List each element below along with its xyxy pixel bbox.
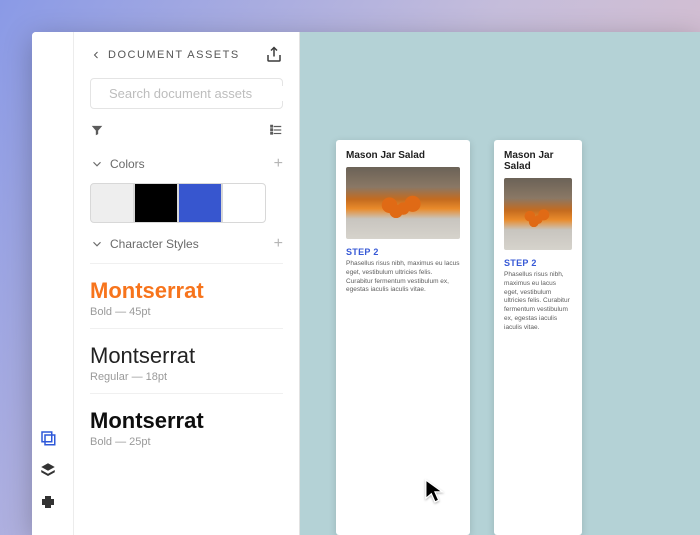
color-swatch-row (90, 183, 283, 223)
card-step-label: STEP 2 (504, 258, 572, 268)
panel-title-group[interactable]: DOCUMENT ASSETS (90, 49, 240, 61)
character-style-item[interactable]: Montserrat Regular — 18pt (90, 328, 283, 393)
filter-icon[interactable] (90, 123, 104, 137)
add-charstyle-button[interactable]: + (274, 235, 283, 253)
artboard-card[interactable]: Mason Jar Salad STEP 2 Phasellus risus n… (336, 140, 470, 535)
color-swatch[interactable] (222, 183, 266, 223)
add-color-button[interactable]: + (274, 155, 283, 173)
card-body-text: Phasellus risus nibh, maximus eu lacus e… (346, 260, 460, 295)
charstyle-preview: Montserrat (90, 408, 283, 434)
plugins-icon[interactable] (38, 492, 58, 512)
desktop-background: DOCUMENT ASSETS Colors + (0, 0, 700, 535)
charstyle-preview: Montserrat (90, 343, 283, 369)
charstyle-meta: Bold — 25pt (90, 436, 283, 448)
card-image (504, 178, 572, 250)
charstyle-meta: Regular — 18pt (90, 371, 283, 383)
list-view-icon[interactable] (269, 123, 283, 137)
card-title: Mason Jar Salad (504, 150, 572, 172)
design-canvas[interactable]: Mason Jar Salad STEP 2 Phasellus risus n… (300, 32, 700, 535)
app-window: DOCUMENT ASSETS Colors + (32, 32, 700, 535)
chevron-down-icon (90, 237, 104, 251)
character-style-item[interactable]: Montserrat Bold — 45pt (90, 263, 283, 328)
card-step-label: STEP 2 (346, 247, 460, 257)
colors-section-label: Colors (110, 157, 145, 171)
artboard-card[interactable]: Mason Jar Salad STEP 2 Phasellus risus n… (494, 140, 582, 535)
cursor-icon (424, 478, 446, 504)
color-swatch[interactable] (178, 183, 222, 223)
color-swatch[interactable] (90, 183, 134, 223)
character-style-item[interactable]: Montserrat Bold — 25pt (90, 393, 283, 458)
card-body-text: Phasellus risus nibh, maximus eu lacus e… (504, 271, 572, 332)
charstyles-section-label: Character Styles (110, 237, 199, 251)
search-field[interactable] (90, 78, 283, 109)
colors-section-header[interactable]: Colors + (90, 155, 283, 173)
share-icon[interactable] (265, 46, 283, 64)
color-swatch[interactable] (134, 183, 178, 223)
document-assets-panel: DOCUMENT ASSETS Colors + (74, 32, 300, 535)
layers-panel-icon[interactable] (38, 428, 58, 448)
search-input[interactable] (109, 86, 285, 101)
panel-title: DOCUMENT ASSETS (108, 49, 240, 61)
chevron-down-icon (90, 157, 104, 171)
card-title: Mason Jar Salad (346, 150, 460, 161)
charstyle-preview: Montserrat (90, 278, 283, 304)
back-chevron-icon (90, 49, 102, 61)
tool-rail (38, 428, 58, 512)
filter-toolbar (90, 123, 283, 137)
charstyle-meta: Bold — 45pt (90, 306, 283, 318)
panel-header: DOCUMENT ASSETS (90, 46, 283, 64)
card-image (346, 167, 460, 239)
charstyles-section-header[interactable]: Character Styles + (90, 235, 283, 253)
assets-stack-icon[interactable] (38, 460, 58, 480)
